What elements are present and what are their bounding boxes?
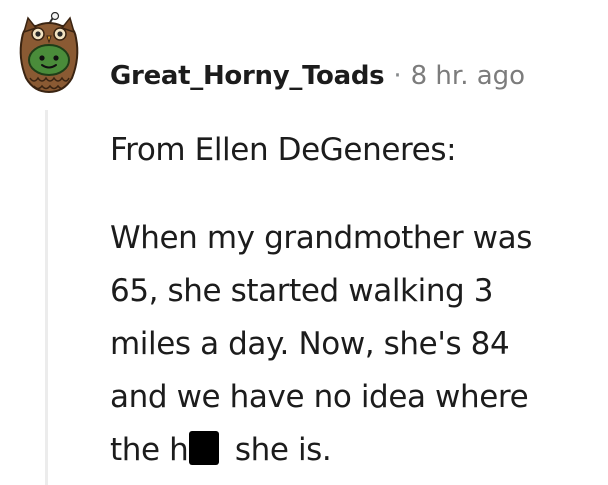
comment-line: miles a day. Now, she's 84	[110, 326, 510, 362]
comment-body: From Ellen DeGeneres: When my grandmothe…	[110, 124, 600, 477]
comment-line: From Ellen DeGeneres:	[110, 132, 457, 168]
comment-line: and we have no idea where	[110, 379, 529, 415]
comment-line: 65, she started walking 3	[110, 273, 494, 309]
thread-collapse-line[interactable]	[45, 110, 48, 485]
comment-line: the h she is.	[110, 424, 600, 477]
comment-text-before-redaction: the h	[110, 432, 189, 468]
timestamp-link[interactable]: 8 hr. ago	[411, 58, 525, 94]
black-censor-bar	[189, 431, 220, 465]
meta-separator: ·	[393, 61, 402, 91]
comment: Great_Horny_Toads · 8 hr. ago From Ellen…	[0, 0, 608, 485]
comment-header: Great_Horny_Toads · 8 hr. ago	[110, 58, 525, 94]
username-link[interactable]: Great_Horny_Toads	[110, 58, 385, 94]
user-avatar[interactable]	[14, 11, 84, 94]
comment-paragraph: From Ellen DeGeneres:	[110, 124, 600, 177]
snoo-owl-costume-avatar-icon	[19, 11, 79, 94]
comment-paragraph: When my grandmother was 65, she started …	[110, 212, 600, 477]
comment-text-after-redaction: she is.	[225, 432, 332, 468]
comment-line: When my grandmother was	[110, 220, 532, 256]
